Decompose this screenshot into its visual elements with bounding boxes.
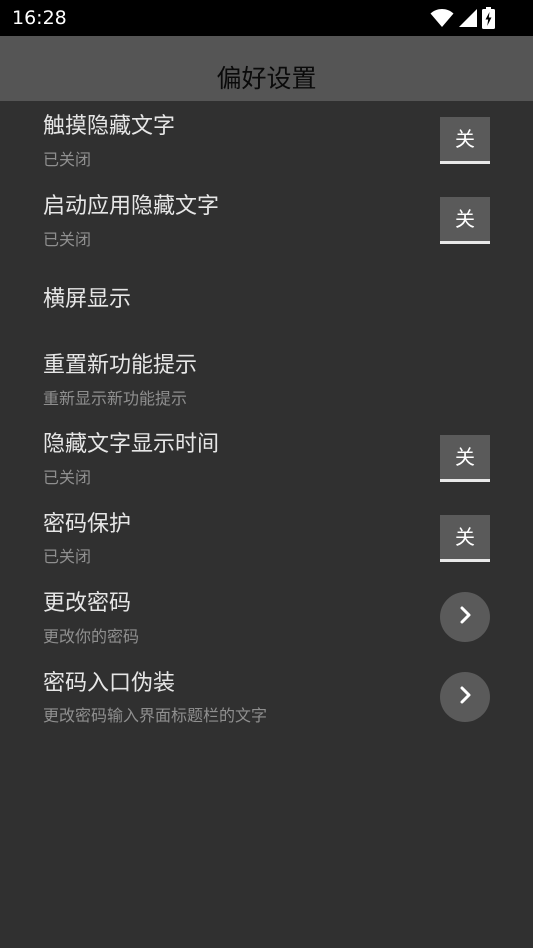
setting-title: 密码保护 <box>43 512 132 537</box>
password-protect-toggle[interactable]: 关 <box>440 515 490 562</box>
status-bar: 16:28 <box>0 0 533 36</box>
setting-title: 隐藏文字显示时间 <box>43 432 220 457</box>
app-bar: 偏好设置 <box>0 36 533 101</box>
setting-item-landscape[interactable]: 横屏显示 <box>0 261 533 341</box>
setting-item-change-password[interactable]: 更改密码 更改你的密码 <box>0 581 533 661</box>
setting-title: 启动应用隐藏文字 <box>43 194 220 219</box>
setting-subtitle: 已关闭 <box>43 230 92 249</box>
wifi-icon <box>430 8 454 28</box>
setting-subtitle: 更改密码输入界面标题栏的文字 <box>43 706 268 725</box>
launch-hide-toggle[interactable]: 关 <box>440 197 490 244</box>
setting-item-disguise[interactable]: 密码入口伪装 更改密码输入界面标题栏的文字 <box>0 661 533 741</box>
setting-title: 更改密码 <box>43 591 132 616</box>
battery-charging-icon <box>482 7 495 29</box>
signal-icon <box>458 8 478 28</box>
change-password-button[interactable] <box>440 592 490 642</box>
chevron-right-icon <box>454 604 476 630</box>
setting-item-password-protect[interactable]: 密码保护 已关闭 关 <box>0 501 533 581</box>
screen: 16:28 偏好设置 触摸隐藏文字 已关闭 关 启动应用隐藏文字 已关闭 关 横… <box>0 0 533 948</box>
setting-subtitle: 已关闭 <box>43 547 92 566</box>
touch-hide-toggle[interactable]: 关 <box>440 117 490 164</box>
setting-title: 密码入口伪装 <box>43 671 176 696</box>
status-time: 16:28 <box>12 7 67 29</box>
setting-item-reset-tips[interactable]: 重置新功能提示 重新显示新功能提示 <box>0 341 533 421</box>
setting-subtitle: 更改你的密码 <box>43 627 140 646</box>
setting-subtitle: 已关闭 <box>43 468 92 487</box>
setting-item-hide-time[interactable]: 隐藏文字显示时间 已关闭 关 <box>0 421 533 501</box>
chevron-right-icon <box>454 684 476 710</box>
hide-time-toggle[interactable]: 关 <box>440 435 490 482</box>
setting-item-touch-hide[interactable]: 触摸隐藏文字 已关闭 关 <box>0 101 533 181</box>
status-icons <box>430 6 495 30</box>
setting-title: 横屏显示 <box>43 287 132 312</box>
page-title: 偏好设置 <box>216 64 317 93</box>
setting-title: 重置新功能提示 <box>43 353 198 378</box>
setting-title: 触摸隐藏文字 <box>43 114 176 139</box>
setting-subtitle: 已关闭 <box>43 150 92 169</box>
setting-subtitle: 重新显示新功能提示 <box>43 389 188 408</box>
disguise-button[interactable] <box>440 672 490 722</box>
setting-item-launch-hide[interactable]: 启动应用隐藏文字 已关闭 关 <box>0 181 533 261</box>
